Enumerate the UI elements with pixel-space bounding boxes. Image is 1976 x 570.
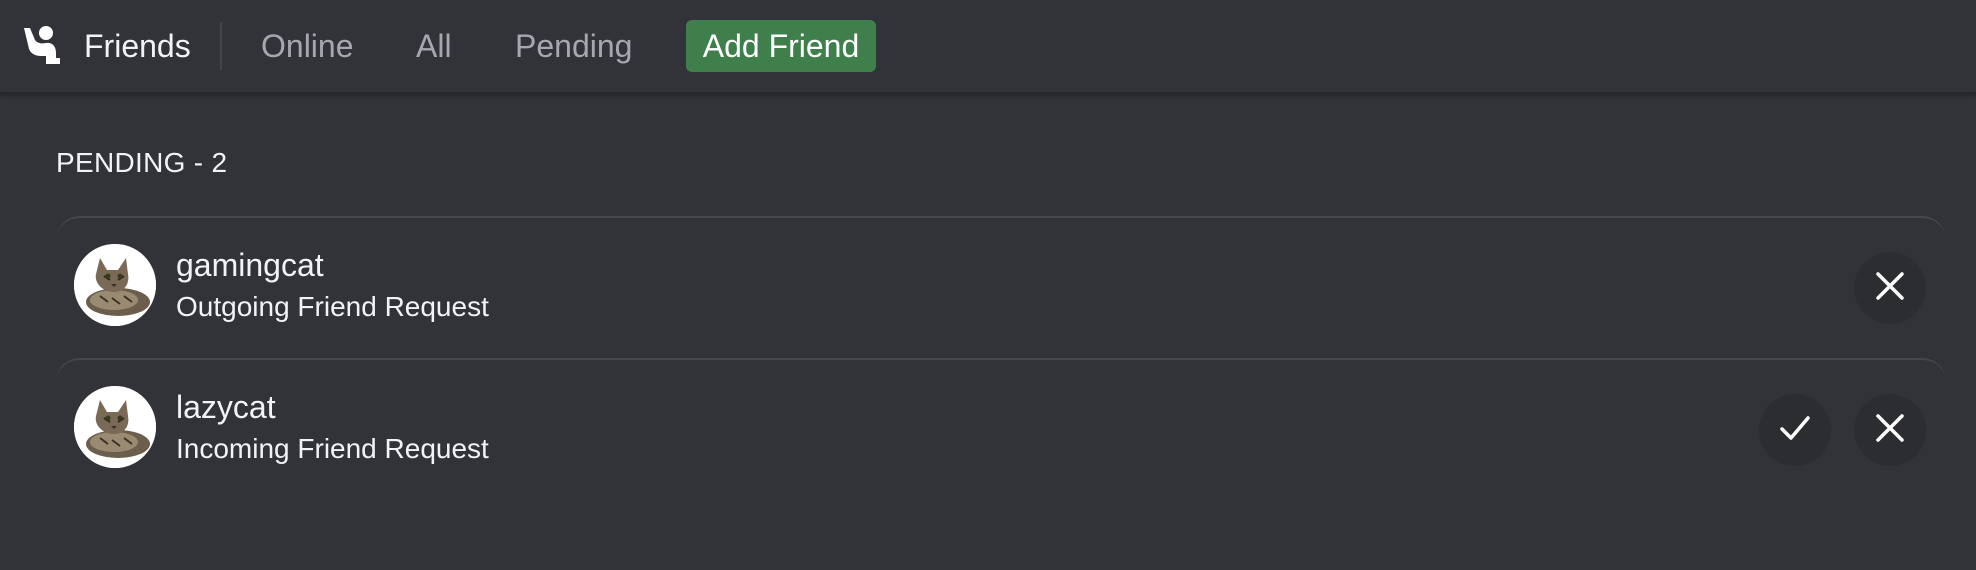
pending-request-row[interactable]: gamingcat Outgoing Friend Request — [56, 216, 1946, 358]
top-bar: Friends Online All Pending Add Friend — [0, 0, 1976, 94]
decline-request-button[interactable] — [1854, 394, 1926, 466]
pending-request-row[interactable]: lazycat Incoming Friend Request — [56, 358, 1946, 500]
close-icon — [1870, 266, 1910, 311]
cat-avatar — [74, 386, 156, 468]
close-icon — [1870, 408, 1910, 453]
pending-section-header: PENDING - 2 — [56, 147, 228, 178]
tab-online[interactable]: Online — [261, 26, 354, 66]
request-status: Outgoing Friend Request — [176, 291, 489, 322]
header-divider — [220, 22, 222, 70]
check-icon — [1775, 408, 1815, 453]
friends-wave-icon — [20, 24, 62, 66]
request-status: Incoming Friend Request — [176, 433, 489, 464]
cat-avatar — [74, 244, 156, 326]
accept-request-button[interactable] — [1759, 394, 1831, 466]
tab-all[interactable]: All — [416, 26, 452, 66]
page-title: Friends — [84, 28, 191, 64]
request-username: lazycat — [176, 389, 276, 425]
tab-pending[interactable]: Pending — [515, 26, 632, 66]
request-username: gamingcat — [176, 247, 324, 283]
cancel-request-button[interactable] — [1854, 252, 1926, 324]
add-friend-button[interactable]: Add Friend — [686, 20, 876, 72]
